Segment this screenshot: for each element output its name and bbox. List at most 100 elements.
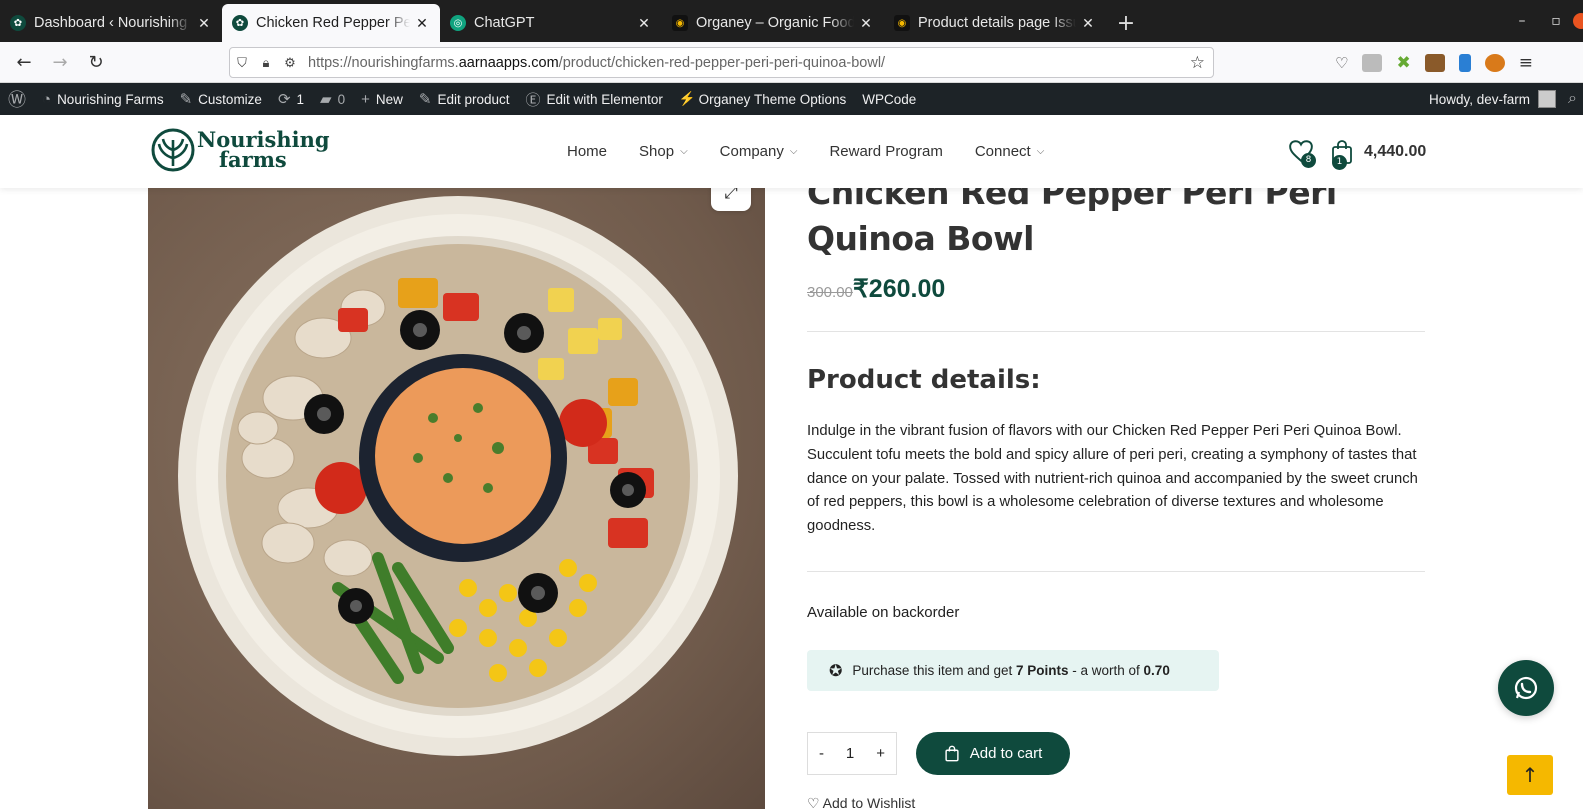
tab-title: Dashboard ‹ Nourishing Farms [34,15,192,31]
cart-count-badge: 1 [1332,154,1347,170]
nav-label: Shop [639,143,675,160]
product-image[interactable] [148,188,765,809]
extension-icon[interactable] [1362,53,1383,72]
browser-tab-active[interactable]: ✿ Chicken Red Pepper Peri Peri ✕ [222,4,440,42]
wishlist-button[interactable]: 8 [1288,139,1316,168]
reward-points-notice: ✪ Purchase this item and get 7 Points - … [807,650,1219,691]
edit-elementor-label: Edit with Elementor [546,91,663,107]
wordpress-logo-icon[interactable]: Ⓦ [0,83,34,115]
admin-new[interactable]: + New [353,83,411,115]
header-icons: 8 1 4,440.00 [1288,115,1426,188]
stock-status: Available on backorder [807,604,960,621]
close-tab-icon[interactable]: ✕ [1080,15,1096,32]
logo-text-line2: farms [219,147,287,172]
comment-icon: ▰ [320,91,332,108]
nav-reward-program[interactable]: Reward Program [829,143,942,160]
quinoa-bowl-image [178,196,738,756]
lock-icon[interactable]: 🔒︎ [254,55,278,71]
browser-tab-strip: ✿ Dashboard ‹ Nourishing Farms ✕ ✿ Chick… [0,0,1583,42]
close-window-icon[interactable] [1573,13,1583,29]
nav-shop[interactable]: Shop ⌵ [639,143,688,160]
avatar[interactable] [1538,90,1557,108]
chevron-down-icon: ⌵ [680,146,688,157]
tab-title: ChatGPT [474,15,535,31]
add-to-wishlist-link[interactable]: ♡ Add to Wishlist [807,795,915,809]
whatsapp-chat-button[interactable] [1498,660,1554,716]
tab-title: Chicken Red Pepper Peri Peri [256,15,410,31]
cart-total[interactable]: 4,440.00 [1364,143,1426,161]
customize-label: Customize [198,91,262,107]
plus-icon: + [361,90,370,108]
divider [807,571,1425,572]
extension-icon[interactable]: ✖ [1396,53,1410,73]
add-to-cart-button[interactable]: Add to cart [916,732,1070,775]
product-price: 300.00 ₹260.00 [807,274,945,304]
close-tab-icon[interactable]: ✕ [414,15,430,32]
pencil-icon: ✎ [418,91,432,108]
browser-nav-bar: ← → ↻ ⛉ 🔒︎ ⚙︎ https://nourishingfarms.aa… [0,42,1583,83]
admin-site-name[interactable]: ◔ Nourishing Farms [34,83,172,115]
nav-connect[interactable]: Connect ⌵ [975,143,1044,160]
howdy-user[interactable]: Howdy, dev-farm [1429,92,1530,107]
nav-home[interactable]: Home [567,143,607,160]
close-tab-icon[interactable]: ✕ [196,15,212,32]
brush-icon: ✎ [179,91,193,108]
extension-icon[interactable] [1484,53,1505,72]
tab-title: Product details page Issues [918,15,1076,31]
forward-icon[interactable]: → [42,46,78,78]
site-logo[interactable]: Nourishing farms [151,128,330,172]
nav-label: Home [567,143,608,160]
elementor-icon: Ⓔ [525,91,541,109]
admin-comments[interactable]: ▰ 0 [312,83,353,115]
browser-tab[interactable]: ◉ Product details page Issues ✕ [884,4,1106,42]
qty-decrease-button[interactable]: - [819,745,824,762]
chevron-down-icon: ⌵ [1036,146,1045,157]
admin-edit-elementor[interactable]: Ⓔ Edit with Elementor [518,83,671,115]
close-tab-icon[interactable]: ✕ [858,15,874,32]
window-controls: – ▫ [1505,0,1583,42]
admin-edit-product[interactable]: ✎ Edit product [411,83,518,115]
extension-icons: ♡ ✖ ≡ [1335,42,1533,83]
qty-increase-button[interactable]: + [876,745,885,762]
search-icon[interactable]: ⌕ [1568,90,1577,108]
back-icon[interactable]: ← [6,46,42,78]
shield-icon[interactable]: ⛉ [230,55,254,71]
updates-icon: ⟳ [277,91,291,108]
bookmark-star-icon[interactable]: ☆ [1190,53,1205,73]
quantity-stepper: - 1 + [807,732,897,775]
wp-admin-bar: Ⓦ ◔ Nourishing Farms ✎ Customize ⟳ 1 ▰ 0 + Ne… [0,83,1583,115]
admin-wpcode[interactable]: WPCode [854,83,924,115]
wishlist-link-label: Add to Wishlist [822,795,916,809]
permissions-icon[interactable]: ⚙︎ [278,55,302,71]
tab-title: Organey – Organic Food WordPress [696,15,854,31]
reload-icon[interactable]: ↻ [78,46,114,78]
url-text[interactable]: https://nourishingfarms.aarnaapps.com/pr… [308,55,885,71]
browser-tab[interactable]: ✿ Dashboard ‹ Nourishing Farms ✕ [0,4,222,42]
chevron-down-icon: ⌵ [789,146,798,157]
menu-icon[interactable]: ≡ [1519,53,1533,73]
browser-tab[interactable]: ◎ ChatGPT ✕ [440,4,662,42]
cart-button[interactable]: 1 [1330,139,1356,170]
qty-input[interactable]: 1 [846,745,854,762]
new-tab-icon[interactable]: + [1106,4,1146,42]
minimize-icon[interactable]: – [1505,13,1539,29]
admin-customize[interactable]: ✎ Customize [172,83,270,115]
admin-theme-options[interactable]: ⚡ Organey Theme Options [671,83,854,115]
url-bar[interactable]: ⛉ 🔒︎ ⚙︎ https://nourishingfarms.aarnaapp… [229,47,1214,78]
main-nav: Home Shop ⌵ Company ⌵ Reward Program Conne… [567,115,1044,188]
bolt-icon: ⚡ [678,91,696,106]
nav-label: Connect [974,143,1031,160]
restore-icon[interactable]: ▫ [1539,13,1573,29]
extension-icon[interactable] [1458,53,1471,72]
nav-company[interactable]: Company ⌵ [720,143,798,160]
extension-icon[interactable] [1424,53,1445,72]
arrow-up-icon: ↑ [1521,763,1539,787]
browser-tab[interactable]: ◉ Organey – Organic Food WordPress ✕ [662,4,884,42]
pocket-icon[interactable]: ♡ [1335,54,1348,72]
close-tab-icon[interactable]: ✕ [636,15,652,32]
leaf-logo-icon [151,128,195,172]
scroll-to-top-button[interactable]: ↑ [1507,755,1553,795]
admin-updates[interactable]: ⟳ 1 [270,83,312,115]
product-description: Indulge in the vibrant fusion of flavors… [807,423,1418,535]
reward-text-mid: - a worth of [1068,663,1144,678]
